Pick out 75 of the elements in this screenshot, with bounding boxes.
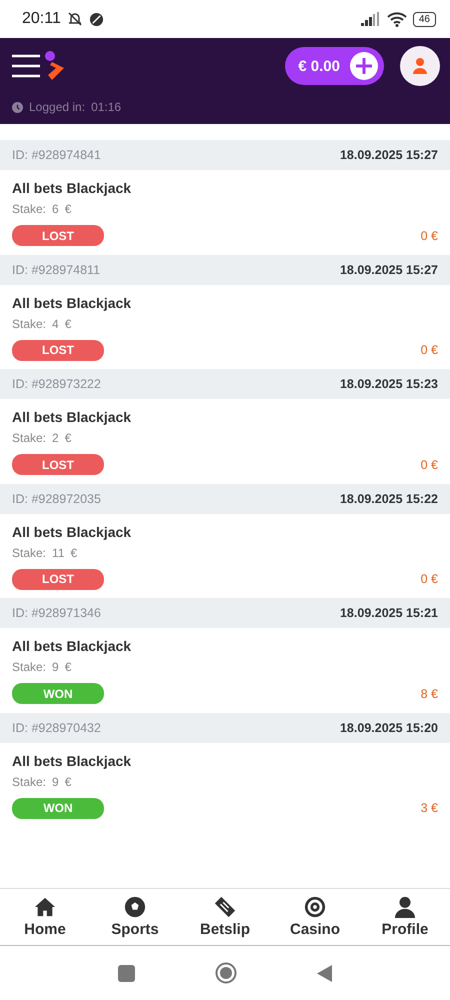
session-label: Logged in: bbox=[29, 100, 86, 114]
result-badge: WON bbox=[12, 683, 104, 704]
circle-icon bbox=[88, 12, 104, 26]
bet-date: 18.09.2025 15:23 bbox=[340, 377, 438, 391]
clock-time: 20:11 bbox=[22, 10, 61, 28]
result-badge: LOST bbox=[12, 454, 104, 475]
bet-id: ID: #928972035 bbox=[12, 492, 101, 506]
menu-icon[interactable] bbox=[12, 54, 40, 78]
nav-tab[interactable]: Sports bbox=[95, 896, 175, 938]
result-badge: LOST bbox=[12, 225, 104, 246]
bet-title: All bets Blackjack bbox=[12, 409, 132, 425]
bet-date: 18.09.2025 15:21 bbox=[340, 606, 438, 620]
bet-date: 18.09.2025 15:27 bbox=[340, 262, 438, 276]
bet-title: All bets Blackjack bbox=[12, 638, 132, 654]
ticket-icon bbox=[214, 896, 236, 918]
bet-id: ID: #928973222 bbox=[12, 377, 101, 391]
recents-icon[interactable] bbox=[118, 964, 134, 982]
stake-amount: 4 bbox=[52, 316, 59, 330]
stake-currency: € bbox=[64, 431, 72, 445]
stake-amount: 2 bbox=[52, 431, 59, 445]
payout-amount: 8 € bbox=[420, 686, 438, 700]
bet-id: ID: #928974841 bbox=[12, 148, 101, 162]
stake-label: Stake: bbox=[12, 316, 46, 330]
stake-currency: € bbox=[64, 202, 72, 216]
bet-id: ID: #928970432 bbox=[12, 720, 101, 734]
bet-date: 18.09.2025 15:27 bbox=[340, 148, 438, 162]
bet-title: All bets Blackjack bbox=[12, 752, 132, 768]
nav-tab[interactable]: Betslip bbox=[185, 896, 265, 938]
person-icon bbox=[413, 58, 427, 74]
profile-button[interactable] bbox=[400, 46, 440, 86]
bet-title: All bets Blackjack bbox=[12, 294, 132, 310]
result-badge: LOST bbox=[12, 340, 104, 360]
nav-tab[interactable]: Home bbox=[5, 896, 85, 938]
stake-label: Stake: bbox=[12, 546, 46, 560]
bet-title: All bets Blackjack bbox=[12, 524, 132, 540]
back-icon[interactable] bbox=[316, 964, 332, 982]
payout-amount: 3 € bbox=[420, 801, 438, 815]
ball-icon bbox=[124, 896, 146, 918]
signal-icon bbox=[360, 12, 381, 26]
payout-amount: 0 € bbox=[420, 572, 438, 586]
stake-amount: 9 bbox=[52, 774, 59, 788]
bell-off-icon bbox=[66, 11, 83, 27]
nav-tab[interactable]: Casino bbox=[275, 896, 355, 938]
stake-amount: 11 bbox=[52, 546, 64, 560]
payout-amount: 0 € bbox=[420, 458, 438, 472]
stake-currency: € bbox=[64, 774, 72, 788]
balance-button[interactable]: € 0.00 bbox=[285, 47, 384, 85]
payout-amount: 0 € bbox=[420, 228, 438, 242]
stake-currency: € bbox=[64, 316, 72, 330]
person-icon bbox=[394, 896, 416, 918]
stake-currency: € bbox=[64, 660, 72, 674]
bet-date: 18.09.2025 15:20 bbox=[340, 720, 438, 734]
bet-date: 18.09.2025 15:22 bbox=[340, 492, 438, 506]
stake-label: Stake: bbox=[12, 202, 46, 216]
result-badge: LOST bbox=[12, 568, 104, 590]
clock-icon bbox=[12, 102, 23, 112]
home-circle-icon[interactable] bbox=[214, 962, 236, 984]
session-time: 01:16 bbox=[91, 100, 122, 114]
wifi-icon bbox=[386, 12, 407, 26]
stake-amount: 9 bbox=[52, 660, 59, 674]
result-badge: WON bbox=[12, 798, 104, 818]
battery-level: 46 bbox=[412, 12, 436, 26]
roulette-icon bbox=[304, 896, 326, 918]
stake-label: Stake: bbox=[12, 660, 46, 674]
bet-title: All bets Blackjack bbox=[12, 180, 132, 196]
payout-amount: 0 € bbox=[420, 343, 438, 357]
bet-id: ID: #928971346 bbox=[12, 606, 101, 620]
bet-id: ID: #928974811 bbox=[12, 262, 100, 276]
stake-amount: 6 bbox=[52, 202, 59, 216]
nav-tab[interactable]: Profile bbox=[365, 896, 445, 938]
stake-label: Stake: bbox=[12, 774, 46, 788]
plus-icon bbox=[350, 52, 378, 80]
house-icon bbox=[34, 896, 56, 918]
stake-label: Stake: bbox=[12, 431, 46, 445]
stake-currency: € bbox=[70, 546, 78, 560]
